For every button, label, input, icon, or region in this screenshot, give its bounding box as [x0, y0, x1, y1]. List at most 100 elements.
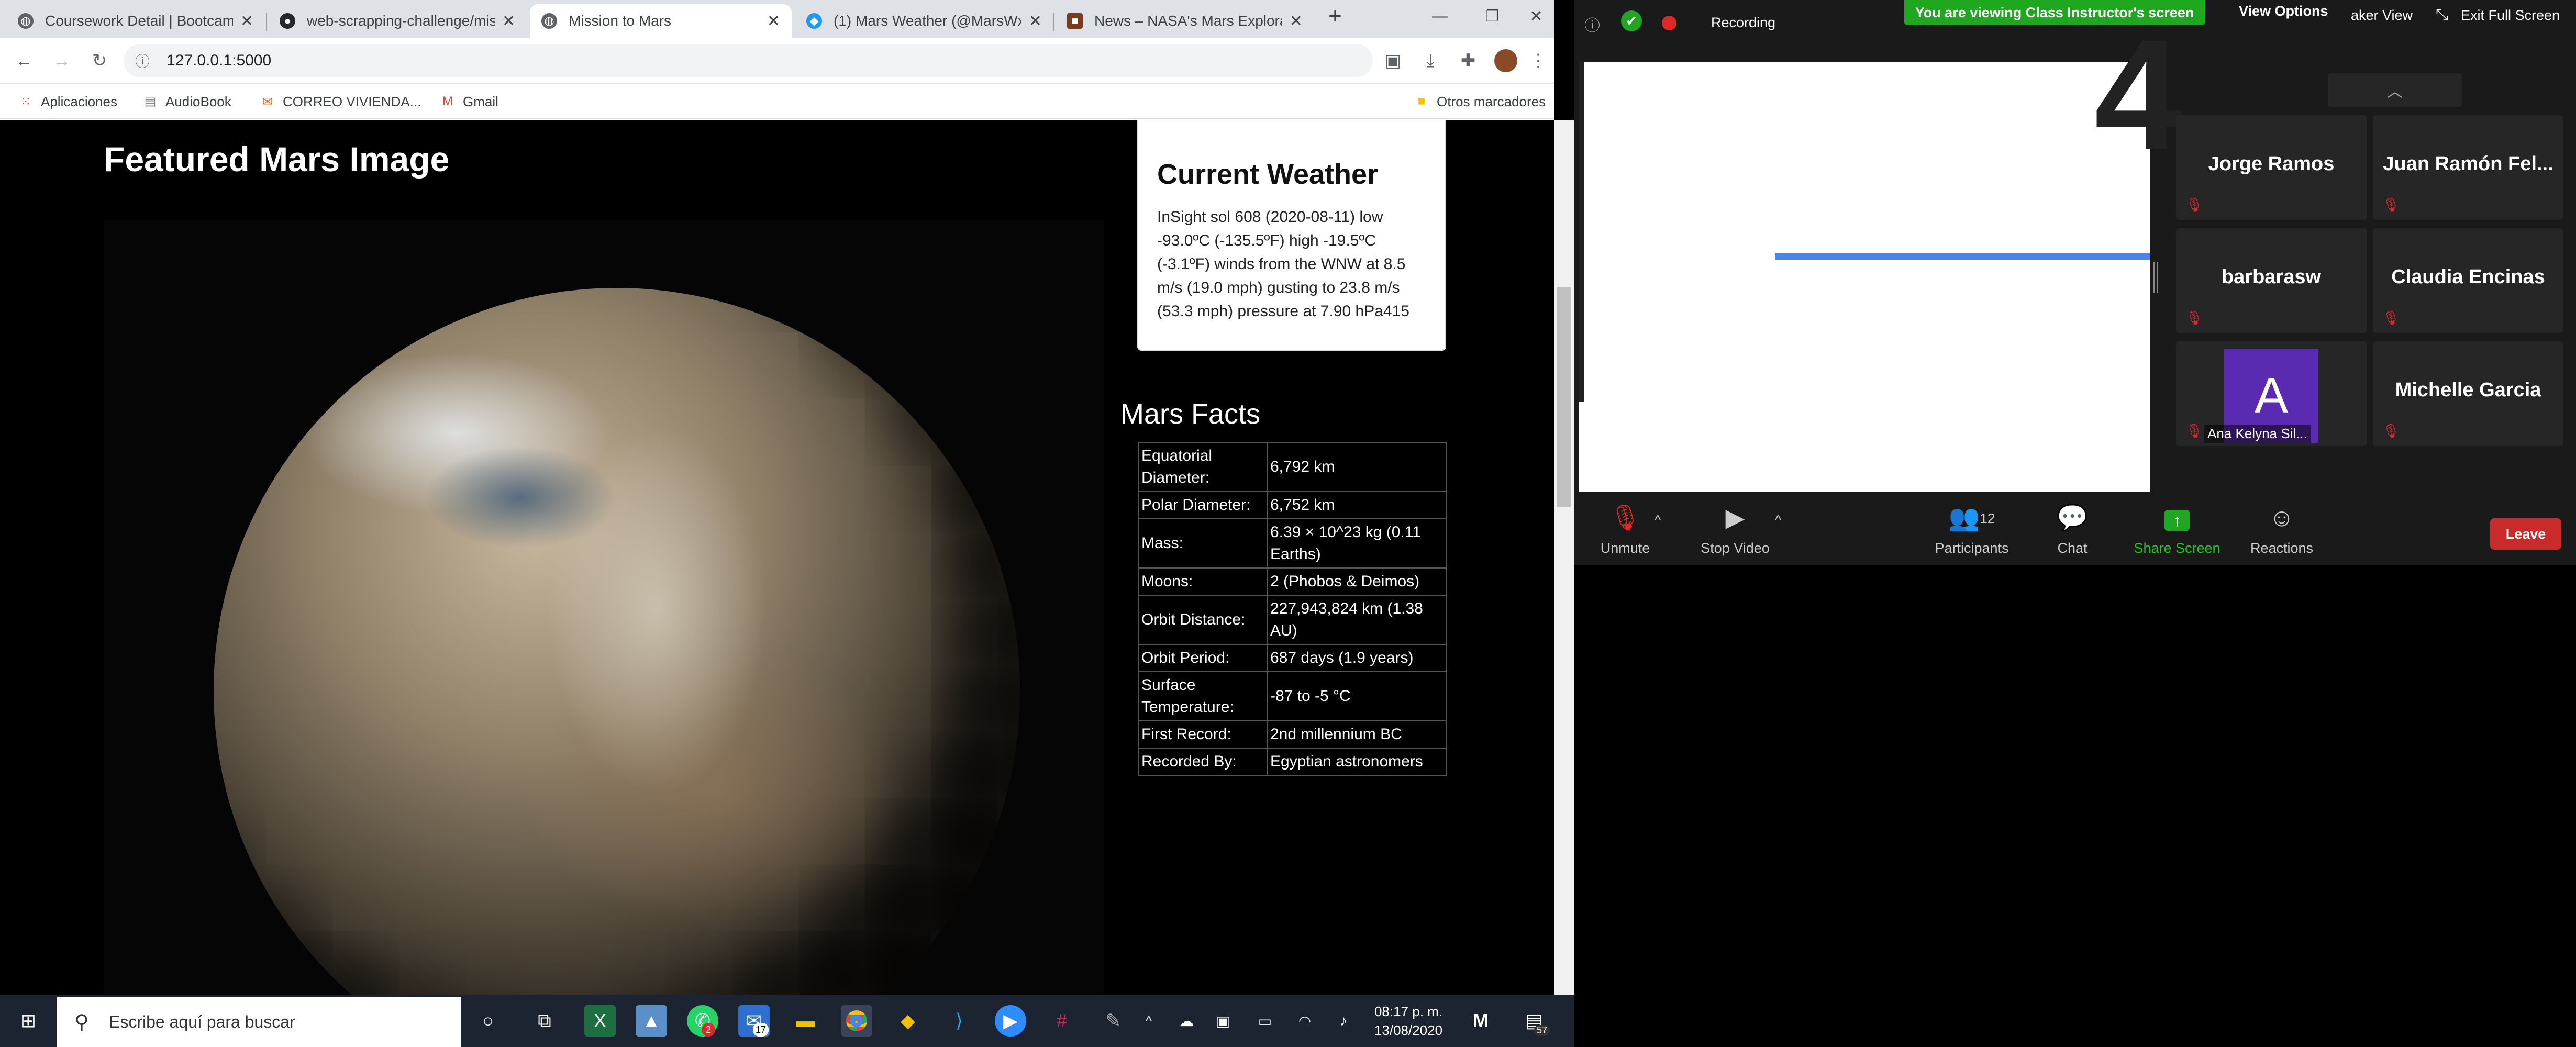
- scrollbar-thumb[interactable]: [1557, 287, 1571, 507]
- shield-icon[interactable]: ✔: [1621, 10, 1642, 31]
- restore-icon[interactable]: ❐: [1466, 0, 1518, 32]
- zoom-icon[interactable]: ▶: [995, 1005, 1026, 1037]
- emoji-icon: ☺: [2269, 504, 2295, 532]
- minimize-icon[interactable]: —: [1414, 0, 1466, 32]
- recording-icon: [1662, 16, 1676, 30]
- extension-icon[interactable]: ▣: [1377, 45, 1408, 76]
- featured-mars-image[interactable]: [104, 220, 1104, 995]
- mic-muted-icon: 🎙: [2185, 310, 2203, 326]
- chrome-icon[interactable]: [841, 1005, 872, 1037]
- chevron-up-icon[interactable]: ^: [1775, 512, 1781, 528]
- participant-tile[interactable]: barbarasw 🎙: [2176, 228, 2367, 333]
- participant-tile[interactable]: A Ana Kelyna Sil... 🎙: [2176, 341, 2367, 446]
- volume-icon[interactable]: ♪: [1333, 1005, 1354, 1037]
- close-icon[interactable]: ✕: [1290, 12, 1303, 30]
- tab-github[interactable]: ● web-scrapping-challenge/mis ✕: [268, 4, 527, 38]
- cortana-icon[interactable]: ○: [472, 1005, 504, 1037]
- fact-value: 2 (Phobos & Deimos): [1267, 567, 1447, 596]
- participants-button[interactable]: 👥12 Participants: [1925, 503, 2019, 556]
- close-icon[interactable]: ✕: [1029, 12, 1042, 30]
- participant-name: Jorge Ramos: [2208, 153, 2335, 175]
- info-icon[interactable]: ⓘ: [1584, 13, 1600, 36]
- participant-tile[interactable]: Jorge Ramos 🎙: [2176, 115, 2367, 220]
- vscode-icon[interactable]: ⟩: [943, 1005, 975, 1037]
- chat-button[interactable]: 💬 Chat: [2025, 503, 2119, 556]
- taskbar-clock[interactable]: 08:17 p. m. 13/08/2020: [1361, 1002, 1456, 1040]
- download-icon[interactable]: ⤓: [1415, 45, 1446, 76]
- tab-mars-weather[interactable]: ◆ (1) Mars Weather (@MarsWx ✕: [795, 4, 1053, 38]
- app-m-icon[interactable]: M: [1465, 1005, 1496, 1037]
- tab-mission-to-mars[interactable]: ◍ Mission to Mars ✕: [530, 4, 792, 38]
- tab-coursework[interactable]: ◍ Coursework Detail | Bootcamp ✕: [6, 4, 265, 38]
- info-icon[interactable]: ⓘ: [135, 50, 150, 71]
- weather-title: Current Weather: [1157, 159, 1379, 190]
- page-scrollbar[interactable]: [1554, 120, 1574, 995]
- forward-icon[interactable]: →: [46, 45, 77, 76]
- bookmark-label: Aplicaciones: [41, 93, 117, 109]
- address-bar[interactable]: [124, 44, 1373, 77]
- photos-icon[interactable]: ▲: [636, 1005, 667, 1037]
- paint-icon[interactable]: ✎: [1097, 1005, 1129, 1037]
- shared-screen-text: 4: [2094, 6, 2182, 182]
- bookmark-other[interactable]: ■ Otros marcadores: [1414, 84, 1546, 119]
- participants-icon: 👥12: [1948, 504, 1995, 532]
- speaker-view-button[interactable]: aker View: [2351, 7, 2413, 24]
- task-view-icon[interactable]: ⧉: [529, 1005, 560, 1037]
- resize-handle[interactable]: [2153, 262, 2158, 293]
- new-tab-button[interactable]: +: [1309, 0, 1361, 32]
- leave-button[interactable]: Leave: [2490, 518, 2561, 550]
- close-icon[interactable]: ✕: [767, 12, 780, 30]
- reload-icon[interactable]: ↻: [84, 45, 115, 76]
- menu-icon[interactable]: ⋮: [1528, 45, 1549, 76]
- taskbar-search[interactable]: ⚲ Escribe aquí para buscar: [57, 997, 461, 1047]
- close-window-icon[interactable]: ✕: [1518, 0, 1554, 32]
- fact-label: Polar Diameter:: [1138, 491, 1268, 519]
- mic-muted-icon: 🎙: [2185, 197, 2203, 213]
- bookmark-gmail[interactable]: M Gmail: [440, 84, 498, 119]
- file-explorer-icon[interactable]: ▬: [790, 1005, 821, 1037]
- mic-muted-icon: 🎙: [2382, 423, 2400, 439]
- windows-start-icon[interactable]: ⊞: [13, 1005, 44, 1037]
- chat-label: Chat: [2057, 540, 2088, 556]
- url-text[interactable]: 127.0.0.1:5000: [166, 48, 271, 73]
- reactions-button[interactable]: ☺ Reactions: [2235, 503, 2329, 556]
- bookmark-correo[interactable]: ✉ CORREO VIVIENDA...: [260, 84, 421, 119]
- fact-value: 227,943,824 km (1.38 AU): [1267, 595, 1447, 645]
- back-icon[interactable]: ←: [8, 45, 40, 76]
- globe-icon: ◍: [541, 13, 557, 29]
- chevron-up-icon[interactable]: ^: [1655, 512, 1661, 528]
- unmute-button[interactable]: 🎙 Unmute: [1578, 503, 1672, 556]
- wifi-icon[interactable]: ◠: [1294, 1005, 1315, 1037]
- chevron-up-icon[interactable]: ^: [1138, 1005, 1159, 1037]
- excel-icon[interactable]: X: [584, 1005, 616, 1037]
- slack-icon[interactable]: #: [1046, 1005, 1078, 1037]
- participant-tile[interactable]: Claudia Encinas 🎙: [2373, 228, 2563, 333]
- close-icon[interactable]: ✕: [502, 12, 515, 30]
- shared-screen: [1579, 62, 2150, 503]
- fact-value: 6.39 × 10^23 kg (0.11 Earths): [1267, 518, 1447, 569]
- table-row: Recorded By: Egyptian astronomers: [1138, 748, 1447, 776]
- bookmark-apps[interactable]: ⁙ Aplicaciones: [18, 84, 117, 119]
- exit-fullscreen-icon: ⤡: [2436, 6, 2448, 24]
- exit-fullscreen-button[interactable]: Exit Full Screen: [2461, 7, 2560, 24]
- security-icon[interactable]: ▣: [1213, 1005, 1234, 1037]
- tab-nasa-news[interactable]: ■ News – NASA's Mars Explorat ✕: [1056, 4, 1314, 38]
- puzzle-icon[interactable]: ✚: [1452, 45, 1484, 76]
- stop-video-button[interactable]: ▶ Stop Video: [1688, 503, 1782, 556]
- bookmark-audiobook[interactable]: ▤ AudioBook: [142, 84, 231, 119]
- participant-tile[interactable]: Michelle Garcia 🎙: [2373, 341, 2563, 446]
- share-screen-button[interactable]: ↑ Share Screen: [2130, 503, 2224, 556]
- tab-strip: ◍ Coursework Detail | Bootcamp ✕ ● web-s…: [0, 0, 1554, 38]
- battery-icon[interactable]: ▭: [1254, 1005, 1275, 1037]
- close-icon[interactable]: ✕: [240, 12, 253, 30]
- folder-icon: ■: [1417, 94, 1426, 108]
- table-row: Orbit Distance: 227,943,824 km (1.38 AU): [1138, 595, 1447, 645]
- sketch-icon[interactable]: ◆: [892, 1005, 924, 1037]
- bookmark-label: Gmail: [463, 93, 498, 109]
- onedrive-icon[interactable]: ☁: [1176, 1005, 1197, 1037]
- avatar[interactable]: [1490, 45, 1522, 76]
- view-options-button[interactable]: View Options: [2239, 3, 2328, 19]
- fact-value: -87 to -5 °C: [1267, 671, 1447, 721]
- participant-tile[interactable]: Juan Ramón Fel... 🎙: [2373, 115, 2563, 220]
- chevron-up-icon[interactable]: ︿: [2328, 73, 2462, 107]
